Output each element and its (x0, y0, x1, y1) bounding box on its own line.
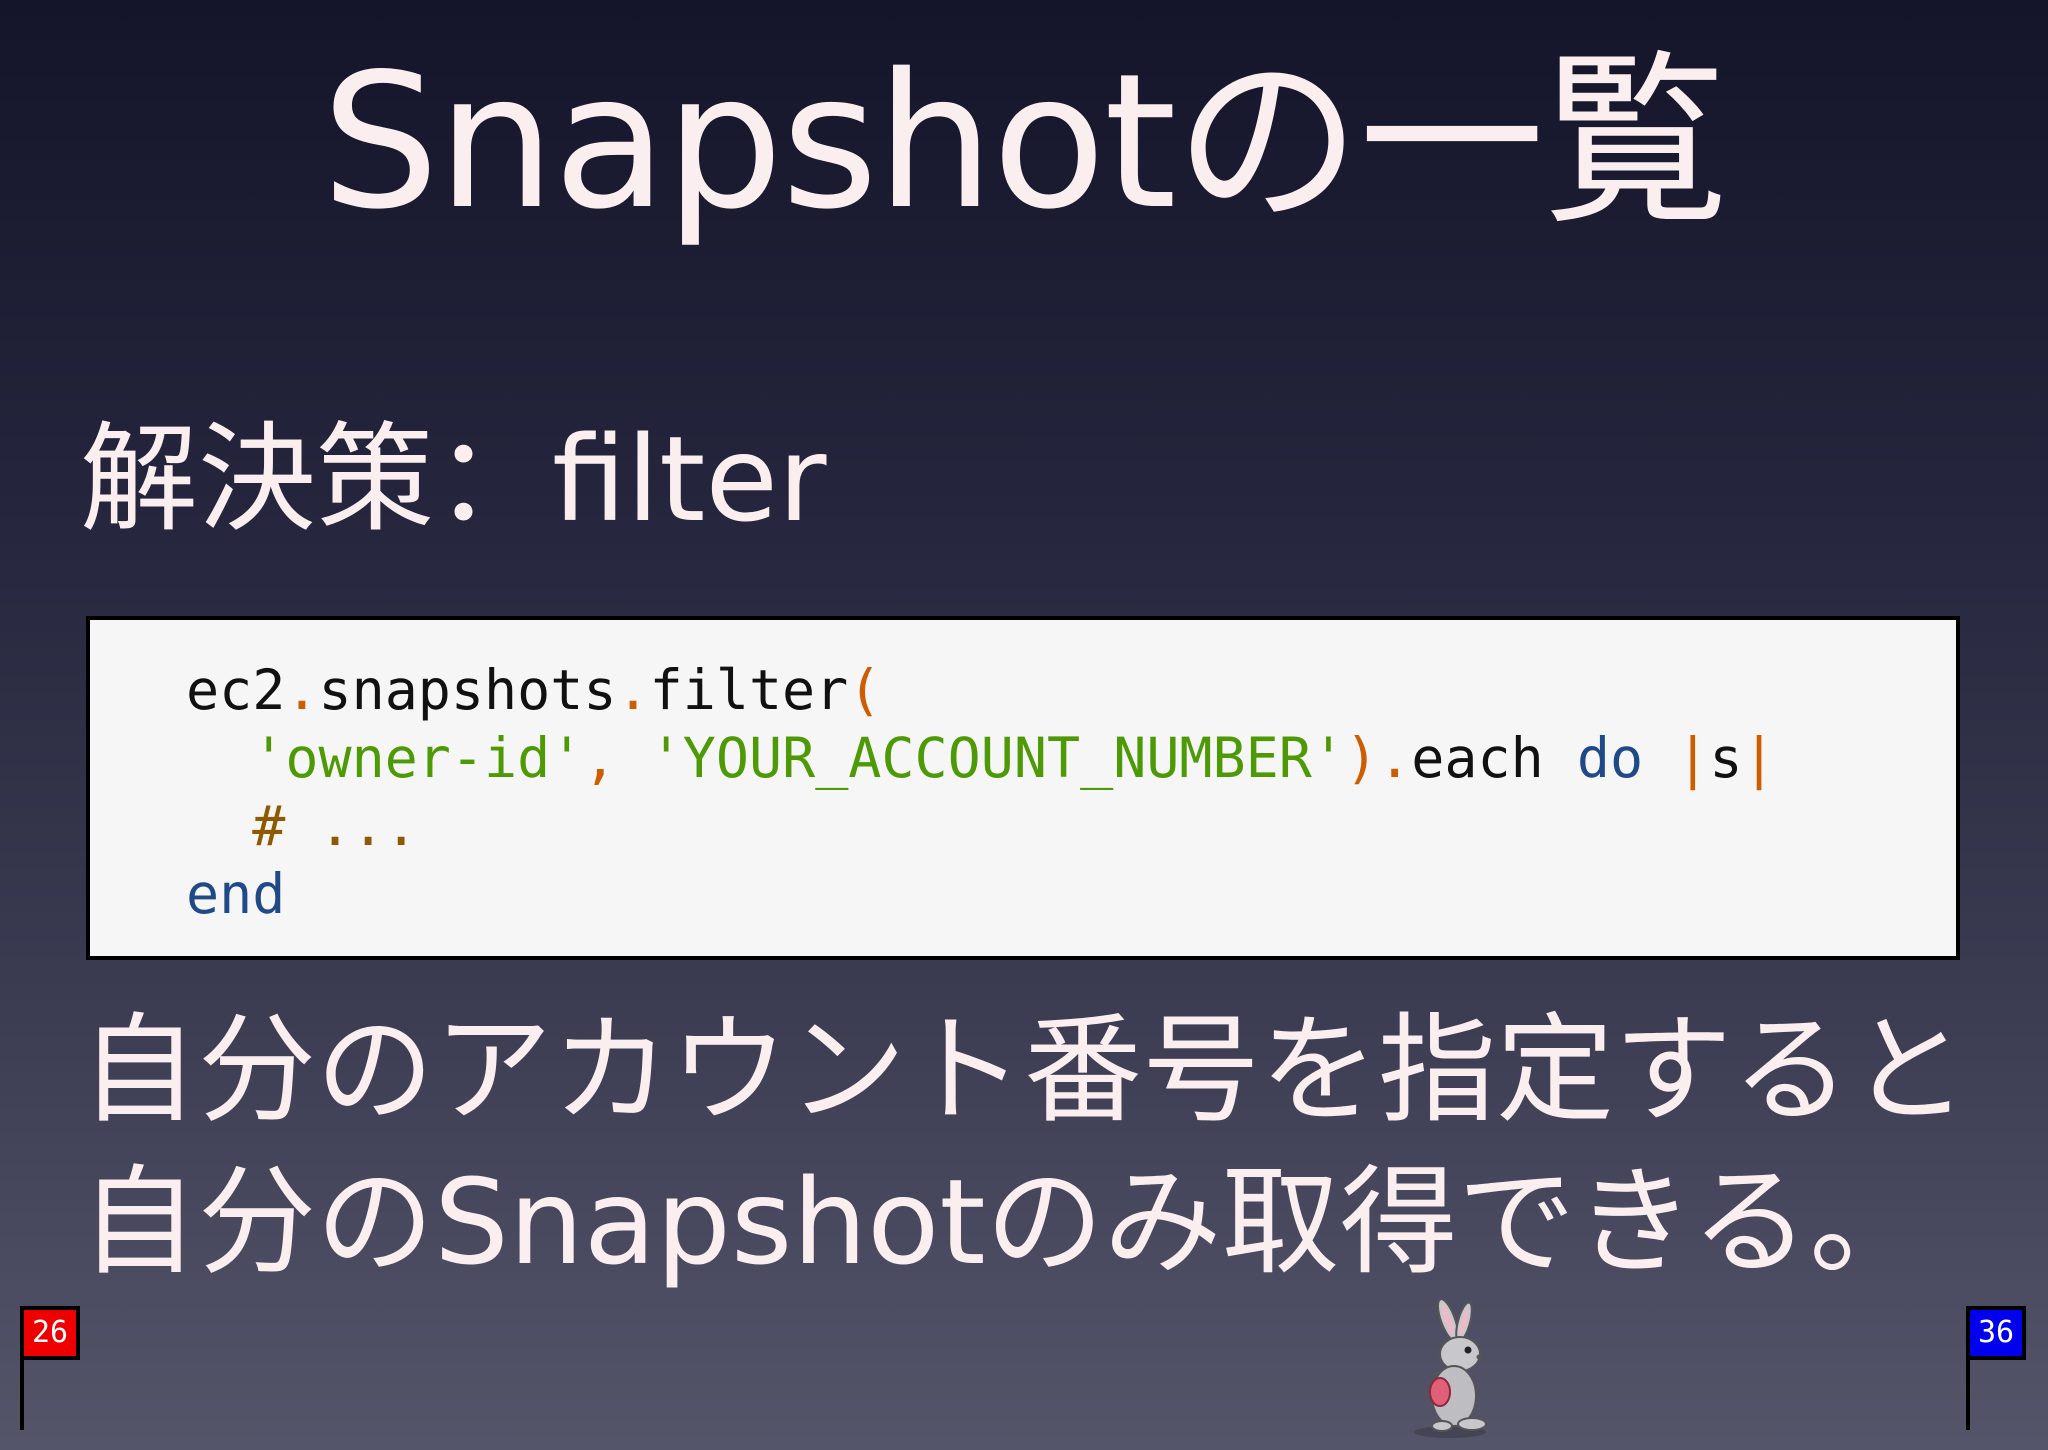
code-token: filter (649, 658, 849, 722)
code-token: . (1378, 726, 1412, 790)
code-token: | (1676, 726, 1710, 790)
body-text-line: 自分のSnapshotのみ取得できる。 (80, 1153, 1928, 1291)
code-string: 'YOUR_ACCOUNT_NUMBER' (649, 726, 1345, 790)
body-text-line: 自分のアカウント番号を指定すると (80, 1001, 1969, 1139)
code-token: s (1709, 726, 1743, 790)
code-token: , (583, 726, 617, 790)
slide-heading: 解決策：filter (80, 410, 827, 548)
code-token: each (1411, 726, 1544, 790)
total-pages-flag: 36 (1966, 1306, 2026, 1360)
slide-title: Snapshotの一覧 (321, 33, 1729, 250)
code-keyword: do (1576, 726, 1644, 790)
code-block: ec2.snapshots.filter( 'owner-id', 'YOUR_… (86, 616, 1960, 960)
code-token: . (616, 658, 650, 722)
code-string: 'owner-id' (252, 726, 584, 790)
code-token: ec2 (186, 658, 286, 722)
code-keyword: end (186, 862, 286, 926)
code-token: ( (848, 658, 882, 722)
code-content: ec2.snapshots.filter( 'owner-id', 'YOUR_… (186, 656, 1776, 928)
code-token: | (1742, 726, 1776, 790)
code-comment: # ... (252, 794, 418, 858)
code-token: snapshots (318, 658, 617, 722)
code-token: . (285, 658, 319, 722)
rabbit-icon (1400, 1298, 1510, 1440)
code-token: ) (1345, 726, 1379, 790)
current-page-flag: 26 (20, 1306, 80, 1360)
